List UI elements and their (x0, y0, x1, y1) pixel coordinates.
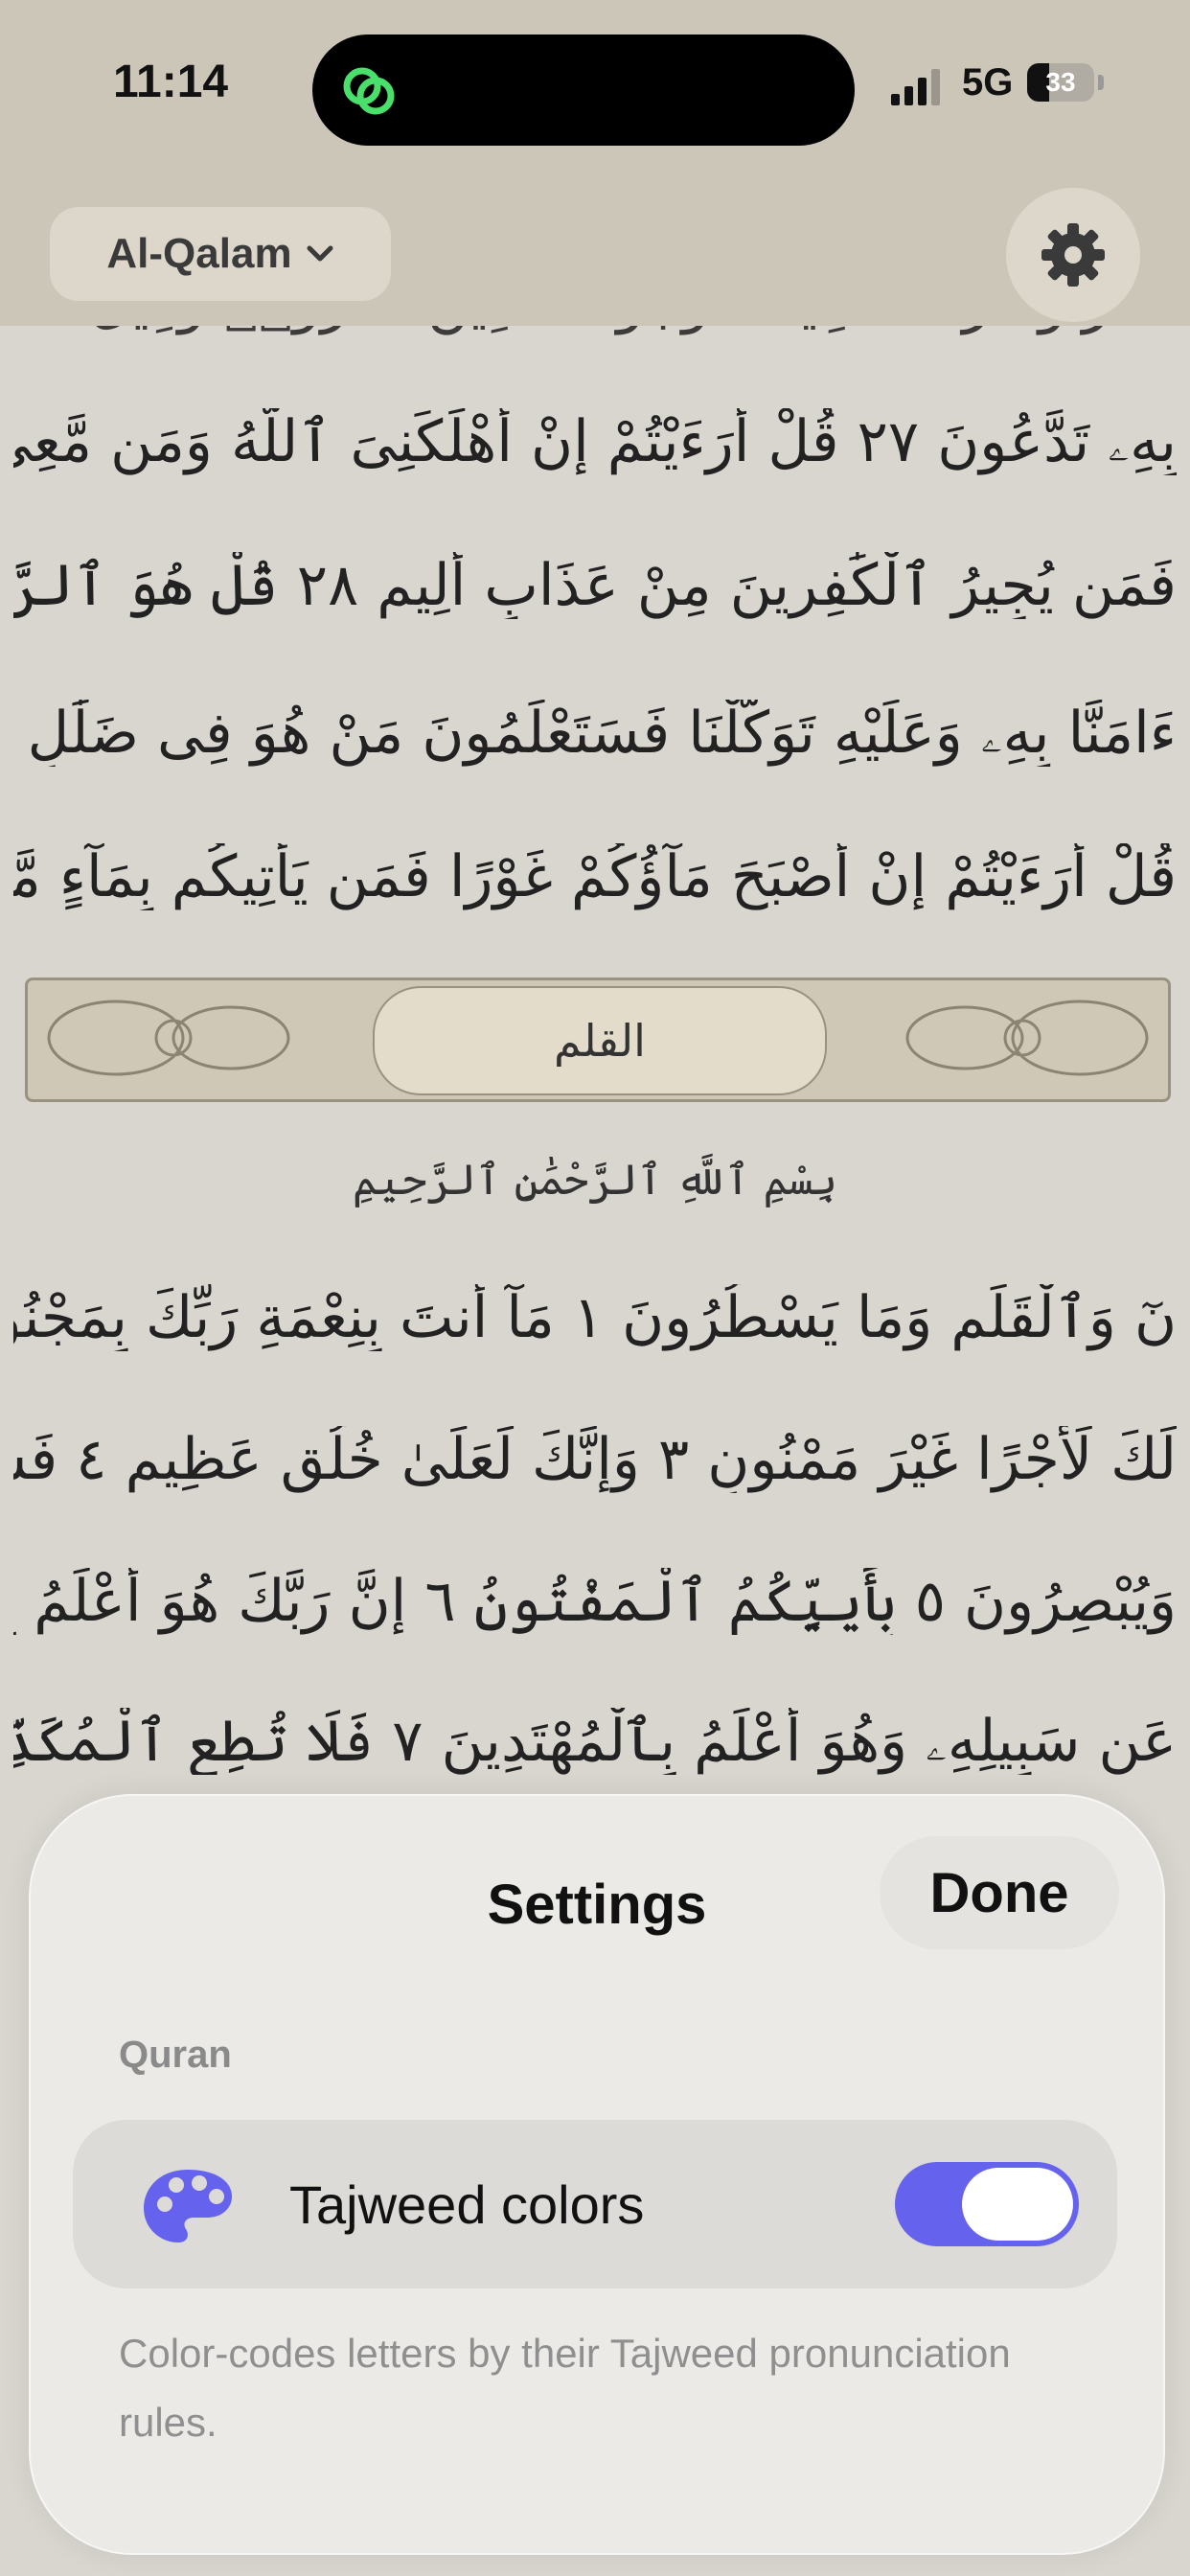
quran-line[interactable]: قُلْ أَرَءَيْتُمْ إِنْ أَصْبَحَ مَآؤُكُم… (13, 843, 1177, 910)
chevron-down-icon (307, 245, 333, 262)
dynamic-island (312, 34, 855, 146)
surah-picker-label: Al-Qalam (106, 230, 292, 277)
quran-line[interactable]: عَن سَبِيلِهِۦ وَهُوَ أَعْلَمُ بِٱلْمُهْ… (13, 1708, 1177, 1775)
tajweed-colors-label: Tajweed colors (289, 2174, 645, 2235)
quran-line[interactable]: وَيُبْصِرُونَ ٥ بِأَييِّكُمُ ٱلْمَفْتُون… (13, 1568, 1177, 1635)
network-type: 5G (962, 61, 1014, 104)
done-button[interactable]: Done (880, 1836, 1119, 1949)
quran-line[interactable]: مَا رَأَوْهُ زُلْفَةً سِيٓـَٔتْ وُجُوهُ … (13, 326, 1177, 335)
quran-line[interactable]: نٓ وَٱلْقَلَمِ وَمَا يَسْطُرُونَ ١ مَآ أ… (13, 1284, 1177, 1351)
basmala: بِسْمِ ٱللَّهِ ٱلرَّحْمَٰنِ ٱلرَّحِيمِ (352, 1156, 838, 1205)
tajweed-footer-note: Color-codes letters by their Tajweed pro… (119, 2331, 1011, 2445)
toggle-knob (962, 2168, 1073, 2241)
tajweed-colors-toggle[interactable] (895, 2162, 1079, 2246)
status-bar: 11:14 5G 33 (0, 0, 1190, 182)
link-icon (343, 67, 395, 115)
section-header-quran: Quran (119, 2034, 232, 2076)
quran-line[interactable]: لَكَ لَأَجْرًا غَيْرَ مَمْنُونٍ ٣ وَإِنَ… (13, 1426, 1177, 1493)
battery-icon: 33 (1027, 63, 1094, 102)
battery-percent: 33 (1045, 67, 1076, 97)
quran-line[interactable]: ءَامَنَّا بِهِۦ وَعَلَيْهِ تَوَكَّلْنَا … (13, 700, 1177, 767)
ornament-right (905, 1000, 1149, 1076)
palette-icon (144, 2170, 232, 2242)
surah-banner-title: القلم (373, 986, 827, 1095)
signal-icon (891, 69, 940, 105)
surah-picker-button[interactable]: Al-Qalam (50, 207, 391, 301)
gear-icon (1041, 223, 1105, 287)
battery-tip (1098, 75, 1104, 90)
status-time: 11:14 (113, 57, 229, 107)
tajweed-colors-row[interactable]: Tajweed colors (73, 2120, 1117, 2288)
quran-line[interactable]: فَمَن يُجِيرُ ٱلْكَٰفِرِينَ مِنْ عَذَابٍ… (13, 552, 1177, 619)
surah-banner: القلم (25, 978, 1171, 1102)
ornament-left (47, 1000, 290, 1076)
settings-sheet: Settings Done Quran Tajweed colors Color… (29, 1794, 1165, 2555)
quran-line[interactable]: بِهِۦ تَدَّعُونَ ٢٧ قُلْ أَرَءَيْتُمْ إِ… (13, 408, 1177, 475)
settings-button[interactable] (1006, 188, 1140, 322)
